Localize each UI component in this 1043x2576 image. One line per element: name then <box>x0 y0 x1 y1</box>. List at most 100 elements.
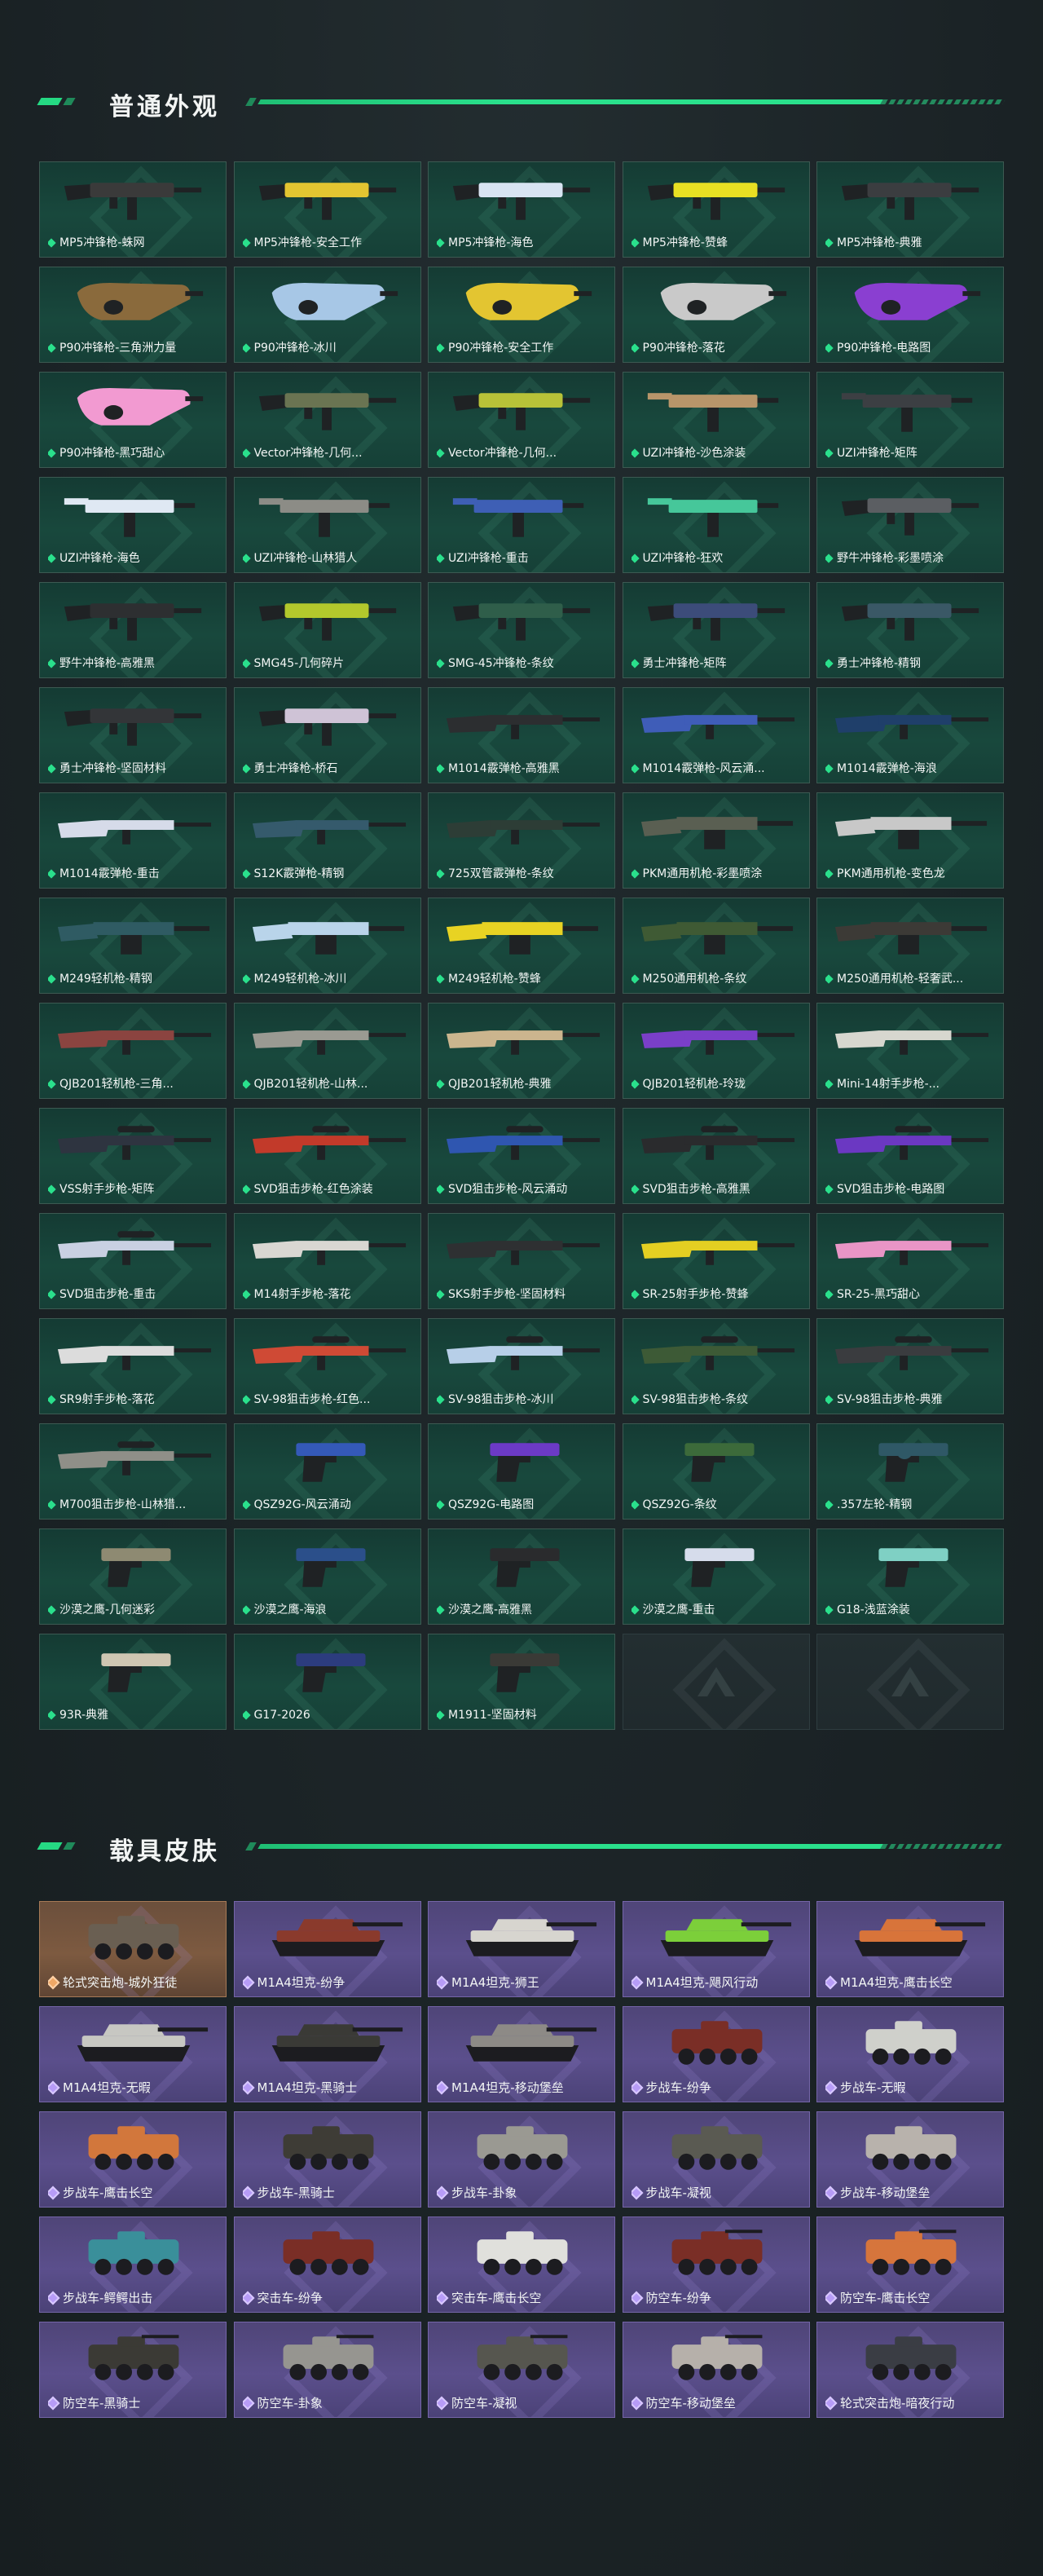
weapon-skin-card[interactable]: QJB201轻机枪-玲珑 <box>622 1003 810 1099</box>
weapon-skin-card[interactable]: P90冲锋枪-黑巧甜心 <box>39 372 227 468</box>
weapon-skin-card[interactable]: SV-98狙击步枪-冰川 <box>428 1318 615 1414</box>
weapon-skin-card[interactable]: 野牛冲锋枪-高雅黑 <box>39 582 227 678</box>
weapon-skin-card[interactable]: M1014霰弹枪-重击 <box>39 792 227 889</box>
vehicle-skin-card[interactable]: M1A4坦克-飓风行动 <box>622 1901 810 1997</box>
weapon-skin-card[interactable]: QSZ92G-风云涌动 <box>233 1423 421 1520</box>
vehicle-skin-card[interactable]: 防空车-移动堡垒 <box>622 2322 810 2418</box>
vehicle-skin-card[interactable]: 步战车-移动堡垒 <box>816 2111 1004 2208</box>
vehicle-skin-card[interactable]: 步战车-鳄鳄出击 <box>39 2217 227 2313</box>
weapon-skin-card[interactable]: 725双管霰弹枪-条纹 <box>428 792 615 889</box>
weapon-skin-card[interactable]: P90冲锋枪-电路图 <box>816 267 1004 363</box>
weapon-skin-card[interactable]: UZI冲锋枪-沙色涂装 <box>622 372 810 468</box>
vehicle-skin-card[interactable]: M1A4坦克-鹰击长空 <box>816 1901 1004 1997</box>
weapon-skin-card[interactable]: M14射手步枪-落花 <box>233 1213 421 1309</box>
vehicle-skin-card[interactable]: 防空车-纷争 <box>622 2217 810 2313</box>
weapon-skin-card[interactable]: SV-98狙击步枪-条纹 <box>622 1318 810 1414</box>
weapon-skin-card[interactable]: MP5冲锋枪-海色 <box>428 161 615 258</box>
weapon-skin-card[interactable]: 沙漠之鹰-高雅黑 <box>428 1528 615 1625</box>
weapon-skin-card[interactable]: P90冲锋枪-三角洲力量 <box>39 267 227 363</box>
weapon-skin-card[interactable]: M700狙击步枪-山林猎... <box>39 1423 227 1520</box>
weapon-skin-card[interactable]: SMG-45冲锋枪-条纹 <box>428 582 615 678</box>
weapon-skin-card[interactable]: 93R-典雅 <box>39 1634 227 1730</box>
weapon-skin-card[interactable]: SVD狙击步枪-重击 <box>39 1213 227 1309</box>
weapon-skin-card[interactable]: M1911-坚固材料 <box>428 1634 615 1730</box>
weapon-skin-card[interactable]: VSS射手步枪-矩阵 <box>39 1108 227 1204</box>
weapon-skin-card[interactable]: PKM通用机枪-变色龙 <box>816 792 1004 889</box>
vehicle-skin-card[interactable]: M1A4坦克-移动堡垒 <box>428 2006 615 2102</box>
weapon-skin-card[interactable]: UZI冲锋枪-矩阵 <box>816 372 1004 468</box>
weapon-skin-card[interactable]: SVD狙击步枪-高雅黑 <box>622 1108 810 1204</box>
vehicle-skin-card[interactable]: 防空车-黑骑士 <box>39 2322 227 2418</box>
vehicle-skin-card[interactable]: M1A4坦克-纷争 <box>233 1901 421 1997</box>
weapon-skin-card[interactable]: UZI冲锋枪-海色 <box>39 477 227 573</box>
weapon-skin-card[interactable]: SR9射手步枪-落花 <box>39 1318 227 1414</box>
weapon-skin-card[interactable]: 野牛冲锋枪-彩墨喷涂 <box>816 477 1004 573</box>
vehicle-skin-card[interactable]: 突击车-纷争 <box>233 2217 421 2313</box>
vehicle-skin-card[interactable]: M1A4坦克-黑骑士 <box>233 2006 421 2102</box>
weapon-skin-card[interactable]: QJB201轻机枪-三角... <box>39 1003 227 1099</box>
weapon-skin-card[interactable]: QJB201轻机枪-山林... <box>233 1003 421 1099</box>
weapon-skin-card[interactable]: M250通用机枪-条纹 <box>622 898 810 994</box>
weapon-skin-card[interactable]: 勇士冲锋枪-桥石 <box>233 687 421 783</box>
weapon-skin-card[interactable]: M1014霰弹枪-高雅黑 <box>428 687 615 783</box>
weapon-skin-card[interactable]: SVD狙击步枪-风云涌动 <box>428 1108 615 1204</box>
weapon-skin-card[interactable]: M249轻机枪-精钢 <box>39 898 227 994</box>
vehicle-skin-card[interactable]: 步战车-鹰击长空 <box>39 2111 227 2208</box>
weapon-skin-card[interactable]: Mini-14射手步枪-... <box>816 1003 1004 1099</box>
weapon-skin-card[interactable]: M1014霰弹枪-海浪 <box>816 687 1004 783</box>
vehicle-skin-card[interactable]: 轮式突击炮-暗夜行动 <box>816 2322 1004 2418</box>
weapon-skin-card[interactable]: M1014霰弹枪-风云涌... <box>622 687 810 783</box>
weapon-skin-card[interactable]: MP5冲锋枪-赞蜂 <box>622 161 810 258</box>
uzi-icon <box>647 498 778 537</box>
weapon-skin-card[interactable]: SVD狙击步枪-红色涂装 <box>233 1108 421 1204</box>
vehicle-skin-card[interactable]: 防空车-凝视 <box>428 2322 615 2418</box>
weapon-skin-card[interactable]: 沙漠之鹰-重击 <box>622 1528 810 1625</box>
vehicle-skin-card[interactable]: 突击车-鹰击长空 <box>428 2217 615 2313</box>
weapon-skin-card[interactable]: PKM通用机枪-彩墨喷涂 <box>622 792 810 889</box>
vehicle-skin-card[interactable]: 步战车-凝视 <box>622 2111 810 2208</box>
weapon-skin-card[interactable]: P90冲锋枪-安全工作 <box>428 267 615 363</box>
weapon-skin-card[interactable]: SV-98狙击步枪-典雅 <box>816 1318 1004 1414</box>
vehicle-skin-card[interactable]: M1A4坦克-狮王 <box>428 1901 615 1997</box>
weapon-skin-card[interactable]: M249轻机枪-赞蜂 <box>428 898 615 994</box>
vehicle-skin-card[interactable]: 防空车-卦象 <box>233 2322 421 2418</box>
weapon-skin-card[interactable]: QSZ92G-条纹 <box>622 1423 810 1520</box>
weapon-skin-card[interactable]: .357左轮-精钢 <box>816 1423 1004 1520</box>
weapon-skin-card[interactable]: 勇士冲锋枪-精钢 <box>816 582 1004 678</box>
weapon-skin-card[interactable]: 勇士冲锋枪-坚固材料 <box>39 687 227 783</box>
weapon-skin-card[interactable]: P90冲锋枪-落花 <box>622 267 810 363</box>
vehicle-skin-card[interactable]: 步战车-卦象 <box>428 2111 615 2208</box>
skin-name-text: SR9射手步枪-落花 <box>59 1393 155 1406</box>
weapon-skin-card[interactable]: SKS射手步枪-坚固材料 <box>428 1213 615 1309</box>
weapon-skin-card[interactable]: SMG45-几何碎片 <box>233 582 421 678</box>
weapon-skin-card[interactable]: UZI冲锋枪-狂欢 <box>622 477 810 573</box>
weapon-skin-card[interactable]: SR-25-黑巧甜心 <box>816 1213 1004 1309</box>
weapon-skin-card[interactable]: 沙漠之鹰-海浪 <box>233 1528 421 1625</box>
weapon-skin-card[interactable]: QJB201轻机枪-典雅 <box>428 1003 615 1099</box>
vehicle-skin-card[interactable]: 步战车-纷争 <box>622 2006 810 2102</box>
weapon-skin-card[interactable]: UZI冲锋枪-山林猎人 <box>233 477 421 573</box>
weapon-skin-card[interactable]: SR-25射手步枪-赞蜂 <box>622 1213 810 1309</box>
vehicle-skin-card[interactable]: 步战车-无暇 <box>816 2006 1004 2102</box>
vehicle-skin-card[interactable]: 步战车-黑骑士 <box>233 2111 421 2208</box>
weapon-skin-card[interactable]: P90冲锋枪-冰川 <box>233 267 421 363</box>
weapon-skin-card[interactable]: SV-98狙击步枪-红色... <box>233 1318 421 1414</box>
weapon-skin-card[interactable]: S12K霰弹枪-精钢 <box>233 792 421 889</box>
weapon-skin-card[interactable]: G17-2026 <box>233 1634 421 1730</box>
vehicle-skin-card[interactable]: M1A4坦克-无暇 <box>39 2006 227 2102</box>
weapon-skin-card[interactable]: M250通用机枪-轻奢武... <box>816 898 1004 994</box>
weapon-skin-card[interactable]: MP5冲锋枪-蛛网 <box>39 161 227 258</box>
weapon-skin-card[interactable]: QSZ92G-电路图 <box>428 1423 615 1520</box>
weapon-skin-card[interactable]: G18-浅蓝涂装 <box>816 1528 1004 1625</box>
weapon-skin-card[interactable]: M249轻机枪-冰川 <box>233 898 421 994</box>
vehicle-skin-card[interactable]: 轮式突击炮-城外狂徒 <box>39 1901 227 1997</box>
weapon-skin-card[interactable]: 勇士冲锋枪-矩阵 <box>622 582 810 678</box>
vehicle-skin-card[interactable]: 防空车-鹰击长空 <box>816 2217 1004 2313</box>
weapon-skin-card[interactable]: Vector冲锋枪-几何... <box>233 372 421 468</box>
weapon-skin-card[interactable]: 沙漠之鹰-几何迷彩 <box>39 1528 227 1625</box>
weapon-skin-card[interactable]: UZI冲锋枪-重击 <box>428 477 615 573</box>
weapon-skin-card[interactable]: MP5冲锋枪-典雅 <box>816 161 1004 258</box>
weapon-skin-card[interactable]: SVD狙击步枪-电路图 <box>816 1108 1004 1204</box>
weapon-skin-card[interactable]: Vector冲锋枪-几何... <box>428 372 615 468</box>
weapon-skin-card[interactable]: MP5冲锋枪-安全工作 <box>233 161 421 258</box>
